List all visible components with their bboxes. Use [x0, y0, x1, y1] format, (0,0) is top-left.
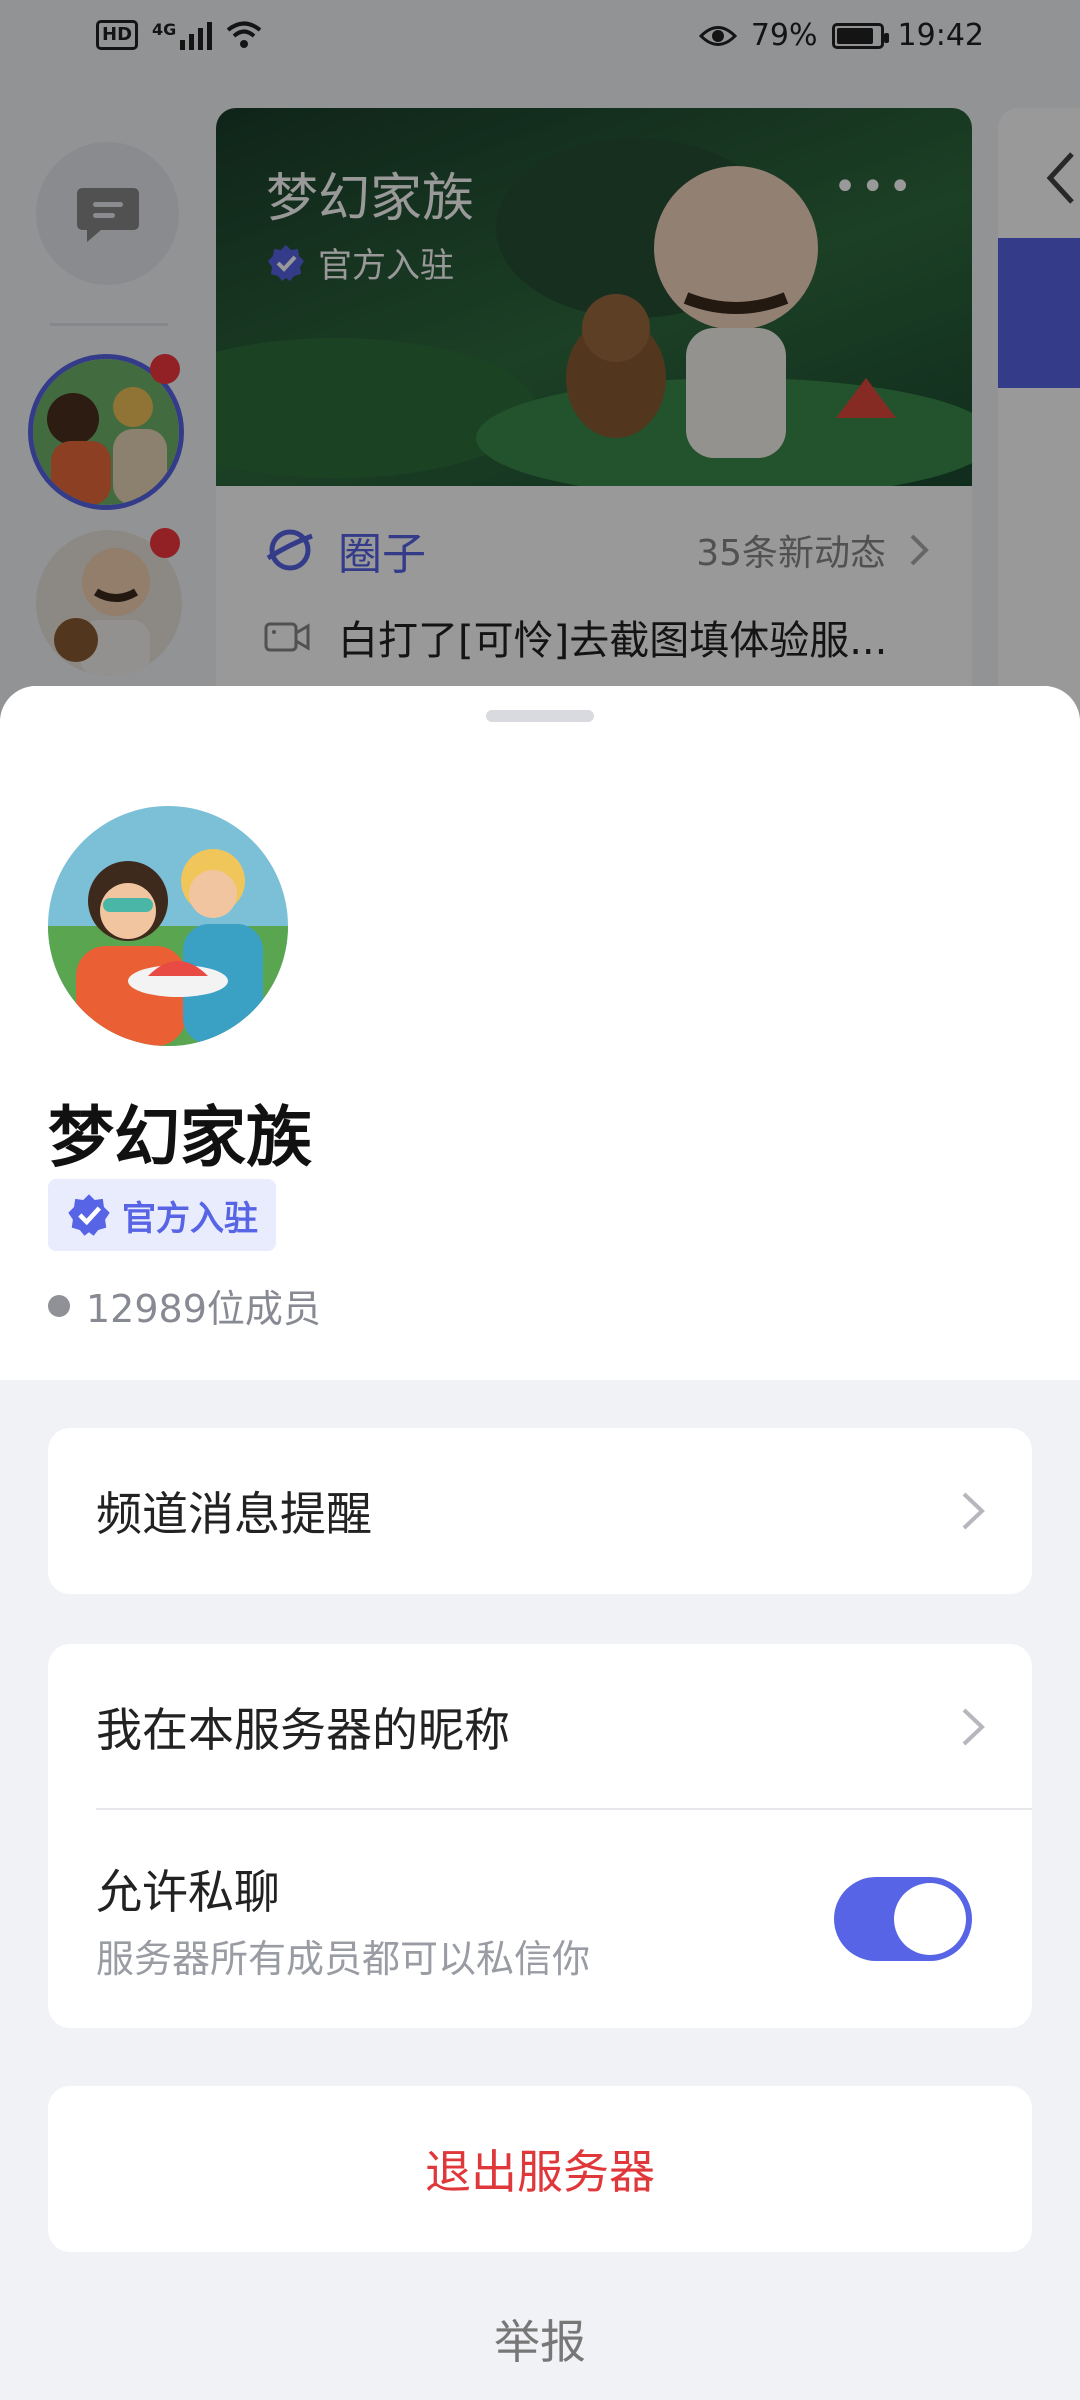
allow-dm-toggle[interactable]	[834, 1877, 972, 1961]
allow-dm-row: 允许私聊 服务器所有成员都可以私信你	[48, 1810, 1032, 2028]
nickname-label: 我在本服务器的昵称	[96, 1703, 510, 1757]
toggle-knob	[894, 1883, 966, 1955]
chevron-right-icon	[962, 1492, 985, 1530]
nickname-row[interactable]: 我在本服务器的昵称	[48, 1644, 1032, 1810]
online-dot-icon	[48, 1294, 70, 1317]
allow-dm-description: 服务器所有成员都可以私信你	[96, 1936, 591, 1981]
drag-handle[interactable]	[486, 710, 594, 722]
official-badge: 官方入驻	[48, 1179, 276, 1251]
leave-server-label: 退出服务器	[425, 2145, 655, 2199]
verified-icon	[68, 1194, 110, 1236]
server-info-sheet: 梦幻家族 官方入驻 12989位成员 频道消息提醒 我在本服务器的昵称 允许私聊…	[0, 686, 1080, 2400]
member-count: 12989位成员	[48, 1278, 321, 1333]
sheet-header: 梦幻家族 官方入驻 12989位成员	[0, 686, 1080, 1380]
notification-group: 频道消息提醒	[48, 1428, 1032, 1594]
channel-notifications-label: 频道消息提醒	[96, 1487, 372, 1541]
server-avatar-large	[48, 806, 288, 1046]
chevron-right-icon	[962, 1708, 985, 1746]
leave-server-button[interactable]: 退出服务器	[48, 2086, 1032, 2252]
official-badge-label: 官方入驻	[122, 1198, 258, 1239]
allow-dm-label: 允许私聊	[96, 1864, 280, 1919]
channel-notifications-row[interactable]: 频道消息提醒	[48, 1428, 1032, 1594]
member-count-label: 12989位成员	[86, 1287, 321, 1331]
server-name: 梦幻家族	[48, 1099, 312, 1176]
report-link[interactable]: 举报	[0, 2306, 1080, 2372]
danger-group: 退出服务器	[48, 2086, 1032, 2252]
member-settings-group: 我在本服务器的昵称 允许私聊 服务器所有成员都可以私信你	[48, 1644, 1032, 2028]
